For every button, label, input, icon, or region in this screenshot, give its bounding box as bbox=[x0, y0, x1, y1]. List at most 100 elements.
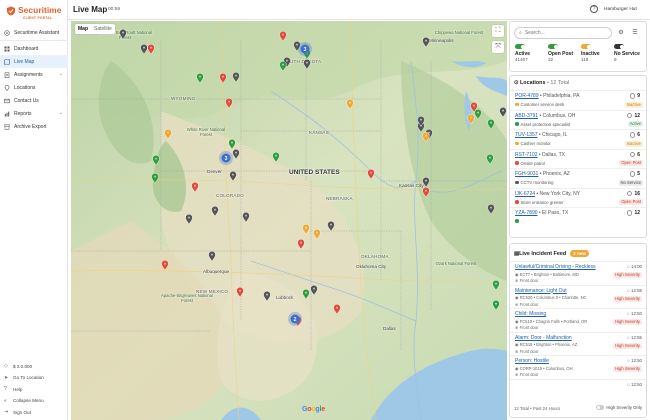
location-code-link[interactable]: TUV-1357 bbox=[515, 132, 538, 138]
location-marker[interactable] bbox=[263, 291, 271, 302]
location-marker[interactable] bbox=[303, 59, 311, 70]
location-marker[interactable] bbox=[147, 44, 155, 55]
location-marker[interactable] bbox=[474, 109, 482, 120]
status-filter-open-post[interactable]: Open Post 32 bbox=[546, 44, 579, 62]
active-toggle[interactable] bbox=[515, 44, 525, 49]
sidebar-item-archive-export[interactable]: Archive Export bbox=[0, 120, 68, 133]
inactive-toggle[interactable] bbox=[581, 44, 591, 49]
location-marker[interactable] bbox=[191, 182, 199, 193]
help-circle-icon[interactable]: ? bbox=[590, 5, 598, 13]
location-row[interactable]: FGH-9031 • Phoenix, AZ CCTV monitoring 5 No… bbox=[510, 168, 646, 188]
search-box[interactable]: ⌕ bbox=[514, 27, 612, 39]
search-input[interactable] bbox=[524, 30, 595, 36]
location-code-link[interactable]: YZA-7890 bbox=[515, 210, 538, 216]
incident-title-link[interactable]: Person: Hostile bbox=[515, 358, 549, 364]
location-marker[interactable] bbox=[232, 72, 240, 83]
location-marker[interactable] bbox=[333, 304, 341, 315]
location-marker[interactable] bbox=[161, 260, 169, 271]
high-severity-toggle[interactable] bbox=[596, 405, 605, 410]
incident-title-link[interactable]: Alarm: Door - Malfunction bbox=[515, 335, 572, 341]
location-row[interactable]: IJK-6724 • New York City, NY Store entran… bbox=[510, 187, 646, 208]
location-marker[interactable] bbox=[422, 37, 430, 48]
location-marker[interactable] bbox=[467, 114, 475, 125]
location-marker[interactable] bbox=[327, 221, 335, 232]
location-marker[interactable] bbox=[422, 132, 430, 143]
incident-title-link[interactable]: Unlawful/Criminal Driving - Reckless bbox=[515, 264, 596, 270]
no-service-toggle[interactable] bbox=[614, 44, 624, 49]
status-filter-inactive[interactable]: Inactive 118 bbox=[579, 44, 612, 62]
location-marker[interactable] bbox=[297, 239, 305, 250]
location-marker[interactable] bbox=[487, 204, 495, 215]
sidebar-item-live-map[interactable]: Live Map bbox=[0, 55, 68, 68]
location-marker[interactable] bbox=[422, 187, 430, 198]
location-marker[interactable] bbox=[211, 206, 219, 217]
incident-row[interactable]: Person: Hostile ○ 12:50 ◉ CORP-1015 • Colu… bbox=[510, 355, 646, 379]
location-marker[interactable] bbox=[487, 119, 495, 130]
location-code-link[interactable]: POR-4789 bbox=[515, 93, 539, 99]
sidebar-item-contact-us[interactable]: Contact Us bbox=[0, 94, 68, 107]
sidebar-item-assistant[interactable]: Securitime Assistant bbox=[0, 26, 68, 39]
location-marker[interactable] bbox=[151, 173, 159, 184]
high-severity-filter[interactable]: High Severity Only bbox=[596, 405, 642, 410]
location-marker[interactable] bbox=[236, 287, 244, 298]
incident-row[interactable]: Unlawful/Criminal Driving - Reckless ○ 14… bbox=[510, 261, 646, 285]
location-marker[interactable] bbox=[140, 44, 148, 55]
incident-row[interactable]: ○ 12:50 bbox=[510, 378, 646, 403]
location-row[interactable]: RST-7102 • Dallas, TX Onsite patrol 6 Open … bbox=[510, 148, 646, 169]
status-filter-no-service[interactable]: No Service 9 bbox=[612, 44, 645, 62]
location-row[interactable]: TUV-1357 • Chicago, IL Cashier monitor 6 In… bbox=[510, 129, 646, 149]
marker-cluster[interactable]: 2 bbox=[288, 312, 302, 326]
location-marker[interactable] bbox=[499, 107, 507, 118]
new-count-badge[interactable]: 2 new bbox=[570, 250, 589, 257]
live-map[interactable]: Medicine Bow-Routt National Forest Chipp… bbox=[71, 21, 507, 420]
location-marker[interactable] bbox=[208, 251, 216, 262]
location-marker[interactable] bbox=[492, 300, 500, 311]
sidebar-item-dashboard[interactable]: Dashboard bbox=[0, 42, 68, 55]
incident-row[interactable]: Child: Missing ○ 12:50 ◉ FC519 • Chagrin F… bbox=[510, 308, 646, 332]
marker-cluster[interactable]: 3 bbox=[219, 151, 233, 165]
location-marker[interactable] bbox=[219, 73, 227, 84]
location-marker[interactable] bbox=[196, 73, 204, 84]
location-row[interactable]: POR-4789 • Philadelphia, PA Customer serv… bbox=[510, 90, 646, 110]
sidebar-item-assignments[interactable]: Assignments ⌄ bbox=[0, 68, 68, 81]
location-code-link[interactable]: IJK-6724 bbox=[515, 191, 535, 197]
location-marker[interactable] bbox=[164, 129, 172, 140]
app-logo[interactable]: Securitime CLIENT PORTAL bbox=[6, 4, 66, 22]
location-code-link[interactable]: RST-7102 bbox=[515, 152, 538, 158]
location-marker[interactable] bbox=[232, 149, 240, 160]
incident-row[interactable]: Maintenance: Light Out ○ 12:55 ◉ RC520 • C… bbox=[510, 284, 646, 309]
location-marker[interactable] bbox=[422, 177, 430, 188]
location-marker[interactable] bbox=[279, 31, 287, 42]
location-marker[interactable] bbox=[492, 280, 500, 291]
location-marker[interactable] bbox=[185, 214, 193, 225]
location-marker[interactable] bbox=[310, 285, 318, 296]
incident-row[interactable]: Alarm: Door - Malfunction ○ 12:55 ◉ RC518 … bbox=[510, 331, 646, 356]
sign-out-button[interactable]: ⇥ Sign Out bbox=[0, 407, 68, 419]
company-selector[interactable]: Hamburger Hut bbox=[604, 7, 637, 12]
location-marker[interactable] bbox=[242, 212, 250, 223]
location-marker[interactable] bbox=[313, 229, 321, 240]
help-link[interactable]: ? Help bbox=[0, 384, 68, 396]
location-marker[interactable] bbox=[229, 171, 237, 182]
location-marker[interactable] bbox=[119, 29, 127, 40]
location-marker[interactable] bbox=[302, 224, 310, 235]
filter-settings-icon[interactable]: ⚙ bbox=[616, 28, 626, 38]
location-marker[interactable] bbox=[367, 169, 375, 180]
location-marker[interactable] bbox=[228, 139, 236, 150]
location-code-link[interactable]: ABD-3791 bbox=[515, 113, 538, 119]
status-filter-active[interactable]: Active 41407 bbox=[513, 44, 546, 62]
location-marker[interactable] bbox=[152, 155, 160, 166]
marker-cluster[interactable]: 3 bbox=[298, 42, 312, 56]
go-to-location-button[interactable]: ➤ Go To Location bbox=[0, 372, 68, 384]
location-marker[interactable] bbox=[346, 99, 354, 110]
location-marker[interactable] bbox=[272, 152, 280, 163]
incident-title-link[interactable]: Child: Missing bbox=[515, 311, 546, 317]
location-row[interactable]: YZA-7890 • El Paso, TX 12 bbox=[510, 207, 646, 227]
list-view-icon[interactable]: ☰ bbox=[630, 28, 640, 38]
location-marker[interactable] bbox=[302, 289, 310, 300]
collapse-menu-button[interactable]: «Collapse Menu bbox=[0, 395, 68, 407]
open-post-toggle[interactable] bbox=[548, 44, 558, 49]
location-code-link[interactable]: FGH-9031 bbox=[515, 171, 538, 177]
sidebar-item-locations[interactable]: Locations bbox=[0, 81, 68, 94]
sidebar-item-reports[interactable]: Reports ⌄ bbox=[0, 107, 68, 120]
